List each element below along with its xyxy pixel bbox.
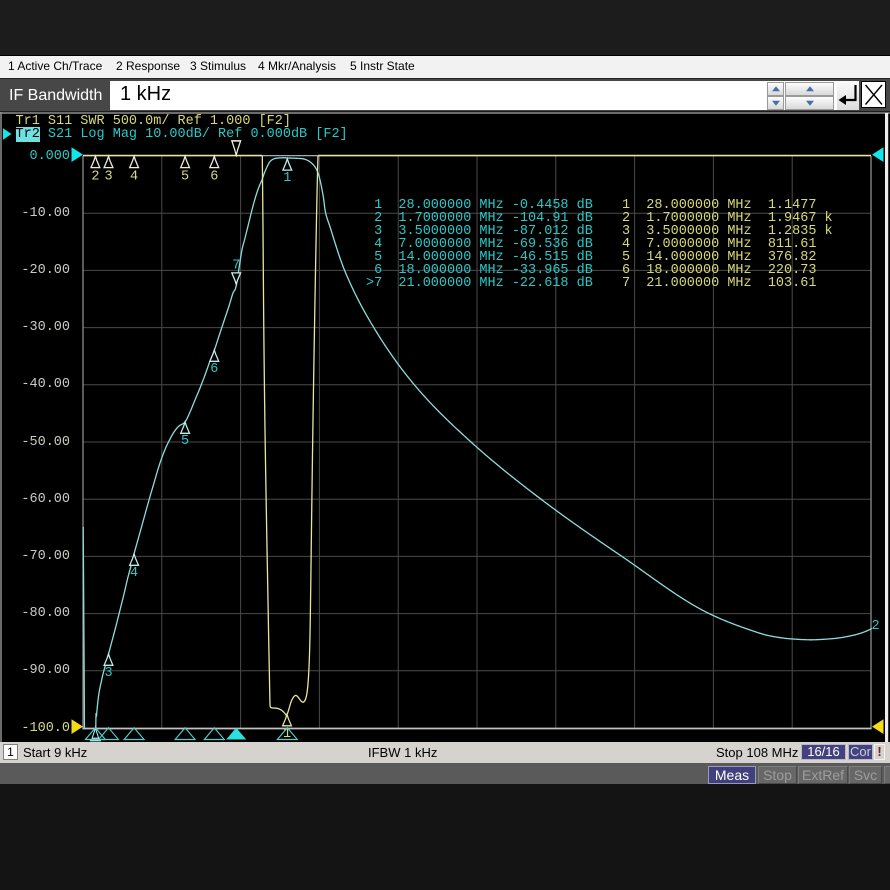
- svg-text:2: 2: [91, 170, 99, 185]
- svg-text:6: 6: [210, 362, 218, 377]
- svg-text:7: 7: [232, 259, 240, 274]
- svg-text:2: 2: [872, 619, 880, 634]
- svg-text:3: 3: [104, 666, 112, 681]
- svg-text:1: 1: [283, 171, 291, 186]
- svg-text:4: 4: [130, 170, 138, 185]
- svg-text:6: 6: [210, 170, 218, 185]
- svg-text:5: 5: [181, 170, 189, 185]
- svg-text:5: 5: [181, 434, 189, 449]
- svg-text:3: 3: [104, 170, 112, 185]
- svg-text:4: 4: [130, 566, 138, 581]
